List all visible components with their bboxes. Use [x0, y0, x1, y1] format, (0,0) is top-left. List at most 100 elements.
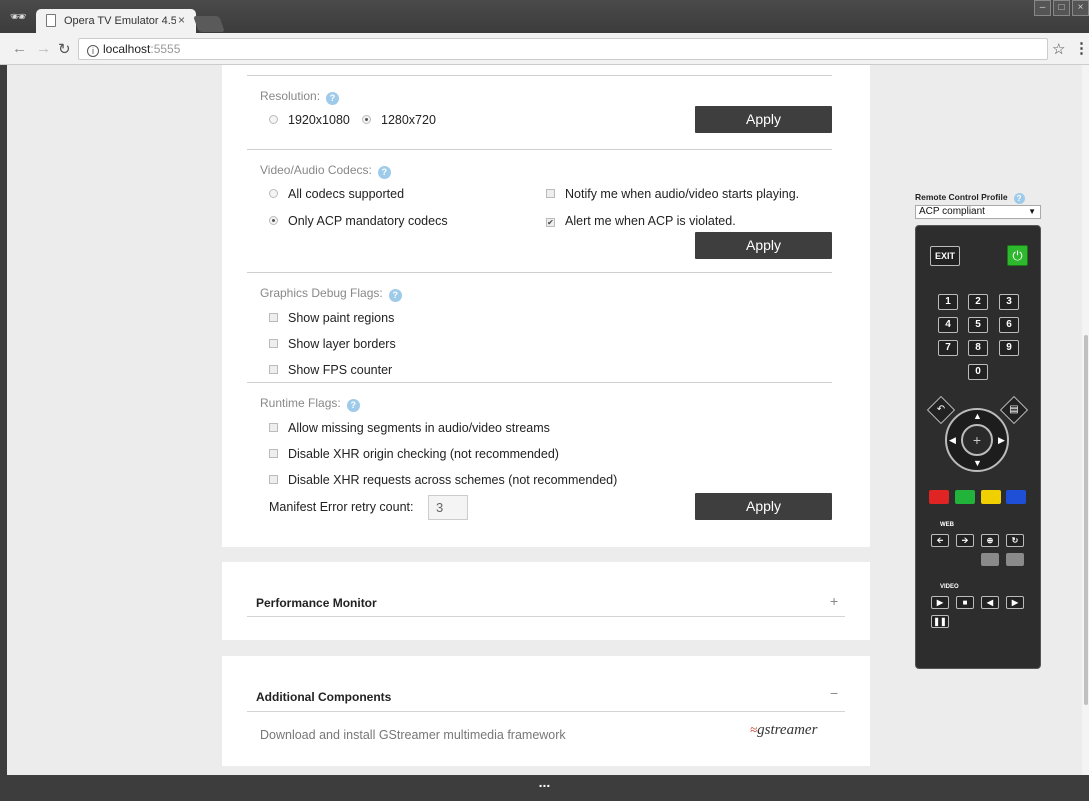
radio-acp-codecs[interactable]: Only ACP mandatory codecs [269, 214, 448, 228]
radio-icon[interactable] [269, 189, 278, 198]
digit-7-button[interactable]: 7 [938, 340, 958, 356]
retry-count-input[interactable]: 3 [428, 495, 468, 520]
red-button[interactable] [929, 490, 949, 504]
rewind-button[interactable]: ◀ [981, 596, 999, 609]
checkbox-fps-counter[interactable]: Show FPS counter [269, 363, 392, 377]
scrollbar-thumb[interactable] [1084, 335, 1088, 705]
digit-6-button[interactable]: 6 [999, 317, 1019, 333]
digit-4-button[interactable]: 4 [938, 317, 958, 333]
forward-icon[interactable]: → [36, 40, 51, 57]
help-icon[interactable]: ? [346, 399, 360, 412]
tab-close-icon[interactable]: × [178, 13, 185, 27]
remote-profile-label-text: Remote Control Profile [915, 192, 1008, 202]
checkbox-missing-segments[interactable]: Allow missing segments in audio/video st… [269, 421, 550, 435]
apply-codecs-button[interactable]: Apply [695, 232, 832, 259]
help-icon[interactable]: ? [377, 166, 391, 179]
new-tab-button[interactable] [193, 16, 225, 32]
radio-all-codecs[interactable]: All codecs supported [269, 187, 404, 201]
web-label: WEB [940, 522, 954, 528]
radio-label: All codecs supported [288, 187, 405, 201]
checkbox-alert-acp[interactable]: ✔ Alert me when ACP is violated. [546, 214, 736, 228]
gray-button[interactable] [981, 553, 999, 566]
blue-button[interactable] [1006, 490, 1026, 504]
checkbox-label: Allow missing segments in audio/video st… [288, 421, 550, 435]
radio-icon[interactable] [269, 115, 278, 124]
settings-panel: Resolution:? 1920x1080 1280x720 Apply Vi… [222, 65, 870, 547]
checkbox-xhr-schemes[interactable]: Disable XHR requests across schemes (not… [269, 473, 617, 487]
performance-monitor-title[interactable]: Performance Monitor [256, 596, 377, 610]
address-bar[interactable]: i localhost:5555 [78, 38, 1048, 60]
checkbox-icon[interactable] [269, 365, 278, 374]
exit-button[interactable]: EXIT [930, 246, 960, 266]
checkbox-icon[interactable] [269, 339, 278, 348]
close-window-icon[interactable]: × [1072, 0, 1089, 16]
radio-selected-icon[interactable] [269, 216, 278, 225]
web-home-button[interactable]: ⊕ [981, 534, 999, 547]
dropdown-arrow-icon: ▼ [1028, 207, 1036, 216]
expand-icon[interactable]: + [830, 593, 838, 609]
pause-button[interactable]: ❚❚ [931, 615, 949, 628]
web-reload-button[interactable]: ↻ [1006, 534, 1024, 547]
digit-8-button[interactable]: 8 [968, 340, 988, 356]
stop-button[interactable]: ■ [956, 596, 974, 609]
radio-1280x720[interactable]: 1280x720 [362, 113, 436, 127]
runtime-heading: Runtime Flags:? [260, 396, 360, 412]
minimize-icon[interactable]: – [1034, 0, 1051, 16]
digit-0-button[interactable]: 0 [968, 364, 988, 380]
checkbox-icon[interactable] [269, 313, 278, 322]
web-forward-button[interactable]: 🡪 [956, 534, 974, 547]
apply-runtime-button[interactable]: Apply [695, 493, 832, 520]
power-button[interactable]: ⏻ [1007, 245, 1028, 266]
left-arrow-icon[interactable]: ◀ [949, 435, 956, 446]
radio-label: Only ACP mandatory codecs [288, 214, 448, 228]
address-host: localhost [103, 42, 151, 56]
browser-tab[interactable]: Opera TV Emulator 4.5 × [36, 9, 196, 35]
green-button[interactable] [955, 490, 975, 504]
bottom-bar[interactable]: ... [7, 775, 1082, 795]
info-icon[interactable]: i [87, 45, 99, 57]
collapse-icon[interactable]: − [830, 685, 838, 701]
remote-profile-select[interactable]: ACP compliant ▼ [915, 205, 1041, 219]
gstreamer-logo[interactable]: ≈gstreamer [750, 722, 817, 739]
bookmark-star-icon[interactable]: ☆ [1052, 40, 1065, 58]
checkbox-icon[interactable] [269, 449, 278, 458]
yellow-button[interactable] [981, 490, 1001, 504]
additional-components-title[interactable]: Additional Components [256, 690, 391, 704]
apply-resolution-button[interactable]: Apply [695, 106, 832, 133]
menu-icon[interactable]: ⋮ [1074, 39, 1089, 57]
help-icon[interactable]: ? [388, 289, 402, 302]
checkbox-icon[interactable] [269, 423, 278, 432]
help-icon[interactable]: ? [326, 92, 340, 105]
fast-forward-button[interactable]: ▶ [1006, 596, 1024, 609]
checkbox-icon[interactable] [269, 475, 278, 484]
digit-2-button[interactable]: 2 [968, 294, 988, 310]
checkbox-paint-regions[interactable]: Show paint regions [269, 311, 394, 325]
checkbox-notify-playing[interactable]: Notify me when audio/video starts playin… [546, 187, 799, 201]
digit-1-button[interactable]: 1 [938, 294, 958, 310]
radio-1920x1080[interactable]: 1920x1080 [269, 113, 350, 127]
checkbox-checked-icon[interactable]: ✔ [546, 218, 555, 227]
checkbox-layer-borders[interactable]: Show layer borders [269, 337, 396, 351]
back-icon[interactable]: ← [12, 40, 27, 57]
up-arrow-icon[interactable]: ▲ [973, 411, 982, 421]
maximize-icon[interactable]: □ [1053, 0, 1070, 16]
web-back-button[interactable]: 🡨 [931, 534, 949, 547]
checkbox-icon[interactable] [546, 189, 555, 198]
menu-button[interactable]: ▤ [999, 395, 1029, 425]
digit-3-button[interactable]: 3 [999, 294, 1019, 310]
divider [247, 149, 832, 150]
play-button[interactable]: ▶ [931, 596, 949, 609]
checkbox-xhr-origin[interactable]: Disable XHR origin checking (not recomme… [269, 447, 559, 461]
codecs-heading: Video/Audio Codecs:? [260, 163, 391, 179]
down-arrow-icon[interactable]: ▼ [973, 458, 982, 468]
digit-9-button[interactable]: 9 [999, 340, 1019, 356]
help-icon[interactable]: ? [1013, 193, 1025, 204]
ok-button[interactable]: + [961, 424, 993, 456]
right-arrow-icon[interactable]: ▶ [998, 435, 1005, 446]
gray-button[interactable] [1006, 553, 1024, 566]
resolution-heading-text: Resolution: [260, 89, 321, 103]
resolution-heading: Resolution:? [260, 89, 340, 105]
reload-icon[interactable]: ↻ [58, 40, 71, 58]
radio-selected-icon[interactable] [362, 115, 371, 124]
digit-5-button[interactable]: 5 [968, 317, 988, 333]
